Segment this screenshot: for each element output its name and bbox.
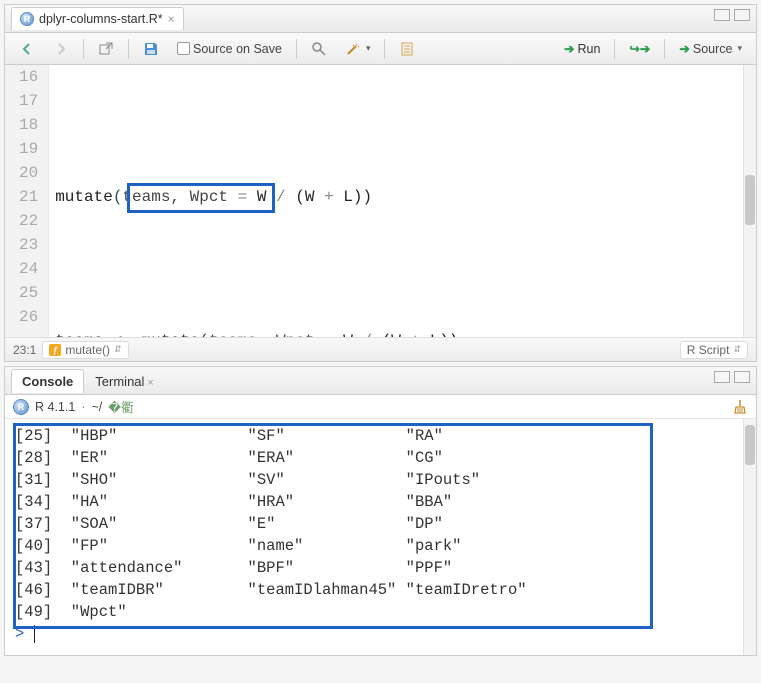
file-name: dplyr-columns-start.R* — [39, 12, 163, 26]
vertical-scrollbar[interactable] — [743, 419, 756, 655]
language-label: R Script — [687, 343, 730, 357]
source-button[interactable]: ➔ Source ▾ — [673, 39, 748, 58]
code-editor[interactable]: 16 17 18 19 20 21 22 23 24 25 26 mutate(… — [5, 65, 756, 337]
run-label: Run — [577, 42, 600, 56]
rerun-button[interactable]: ↪➔ — [623, 39, 656, 58]
chevron-down-icon: ▾ — [737, 43, 742, 54]
code-tools-button[interactable]: ▾ — [339, 39, 377, 59]
run-arrow-icon: ➔ — [564, 41, 574, 56]
checkbox-icon — [177, 42, 190, 55]
console-pane: Console Terminal× R R 4.1.1 · ~/ �衢 [25]… — [4, 366, 757, 656]
arrow-left-icon — [19, 41, 35, 57]
pane-window-controls — [714, 9, 750, 21]
console-line: [28] "ER" "ERA" "CG" — [15, 447, 746, 469]
wand-icon — [345, 41, 361, 57]
console-line: [46] "teamIDBR" "teamIDlahman45" "teamID… — [15, 579, 746, 601]
run-button[interactable]: ➔ Run — [558, 39, 606, 58]
console-sub-toolbar: R R 4.1.1 · ~/ �衢 — [5, 395, 756, 419]
minimize-icon[interactable] — [714, 371, 730, 383]
code-line: teams <- mutate(teams, Wpct = W / (W + L… — [55, 329, 756, 337]
console-line: [34] "HA" "HRA" "BBA" — [15, 491, 746, 513]
source-tab-bar: R dplyr-columns-start.R* × — [5, 5, 756, 33]
forward-nav-button[interactable] — [47, 39, 75, 59]
wd-popout-icon[interactable]: �衢 — [108, 397, 133, 416]
code-area[interactable]: mutate(teams, Wpct = W / (W + L)) teams … — [49, 65, 756, 337]
search-icon — [311, 41, 327, 57]
text-cursor — [34, 625, 36, 643]
working-dir: ~/ — [91, 400, 102, 414]
source-on-save-label: Source on Save — [193, 42, 282, 56]
scrollbar-thumb[interactable] — [745, 175, 755, 225]
console-line: [49] "Wpct" — [15, 601, 746, 623]
scope-label: mutate() — [65, 343, 110, 357]
scrollbar-thumb[interactable] — [745, 425, 755, 465]
file-tab[interactable]: R dplyr-columns-start.R* × — [11, 7, 184, 30]
compile-report-button[interactable] — [393, 39, 421, 59]
close-icon[interactable]: × — [168, 12, 175, 26]
console-line: [40] "FP" "name" "park" — [15, 535, 746, 557]
arrow-right-icon — [53, 41, 69, 57]
source-pane: R dplyr-columns-start.R* × Source on Sav… — [4, 4, 757, 362]
back-nav-button[interactable] — [13, 39, 41, 59]
updown-icon: ⇵ — [733, 344, 741, 355]
code-line — [55, 113, 756, 137]
updown-icon: ⇵ — [114, 344, 122, 355]
source-arrow-icon: ➔ — [679, 41, 689, 56]
source-on-save-toggle[interactable]: Source on Save — [171, 40, 288, 58]
code-line: mutate(teams, Wpct = W / (W + L)) — [55, 185, 756, 209]
source-toolbar: Source on Save ▾ ➔ Run ↪➔ ➔ Source ▾ — [5, 33, 756, 65]
source-statusbar: 23:1 ƒ mutate() ⇵ R Script ⇵ — [5, 337, 756, 361]
notebook-icon — [399, 41, 415, 57]
show-in-new-window-button[interactable] — [92, 39, 120, 59]
console-line: [31] "SHO" "SV" "IPouts" — [15, 469, 746, 491]
pane-window-controls — [714, 371, 750, 383]
console-tab-bar: Console Terminal× — [5, 367, 756, 395]
console-line: [43] "attendance" "BPF" "PPF" — [15, 557, 746, 579]
find-button[interactable] — [305, 39, 333, 59]
maximize-icon[interactable] — [734, 9, 750, 21]
r-version: R 4.1.1 — [35, 400, 75, 414]
chevron-down-icon: ▾ — [366, 43, 371, 54]
tab-terminal[interactable]: Terminal× — [84, 369, 165, 393]
code-line — [55, 257, 756, 281]
scope-indicator[interactable]: ƒ mutate() ⇵ — [42, 341, 128, 359]
function-badge-icon: ƒ — [49, 344, 61, 356]
line-gutter: 16 17 18 19 20 21 22 23 24 25 26 — [5, 65, 49, 337]
rerun-icon: ↪➔ — [629, 41, 650, 56]
console-line: [25] "HBP" "SF" "RA" — [15, 425, 746, 447]
tab-console[interactable]: Console — [11, 369, 84, 393]
maximize-icon[interactable] — [734, 371, 750, 383]
popout-icon — [98, 41, 114, 57]
language-selector[interactable]: R Script ⇵ — [680, 341, 748, 359]
console-line: [37] "SOA" "E" "DP" — [15, 513, 746, 535]
r-logo-icon: R — [13, 399, 29, 415]
console-prompt: > — [15, 625, 24, 643]
vertical-scrollbar[interactable] — [743, 65, 756, 337]
cursor-position: 23:1 — [13, 343, 36, 357]
save-icon — [143, 41, 159, 57]
r-file-icon: R — [20, 12, 34, 26]
clear-console-button[interactable] — [732, 399, 748, 415]
save-button[interactable] — [137, 39, 165, 59]
close-icon[interactable]: × — [147, 377, 153, 389]
console-output[interactable]: [25] "HBP" "SF" "RA"[28] "ER" "ERA" "CG"… — [5, 419, 756, 655]
minimize-icon[interactable] — [714, 9, 730, 21]
source-label: Source — [693, 42, 733, 56]
